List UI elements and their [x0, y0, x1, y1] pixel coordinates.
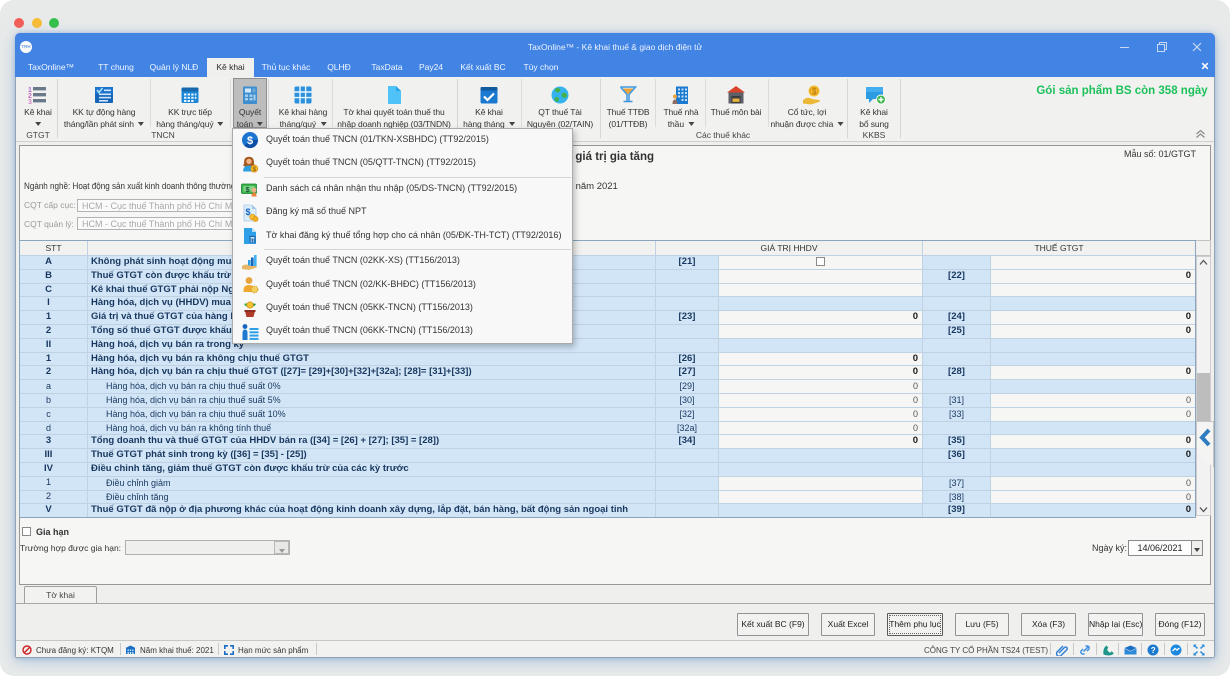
svg-text:$: $: [812, 87, 817, 96]
svg-text:?: ?: [1151, 646, 1156, 655]
svg-text:$: $: [246, 207, 251, 217]
svg-text:$: $: [247, 135, 253, 147]
svg-text:3: 3: [28, 99, 32, 106]
svg-text:$: $: [253, 166, 257, 173]
